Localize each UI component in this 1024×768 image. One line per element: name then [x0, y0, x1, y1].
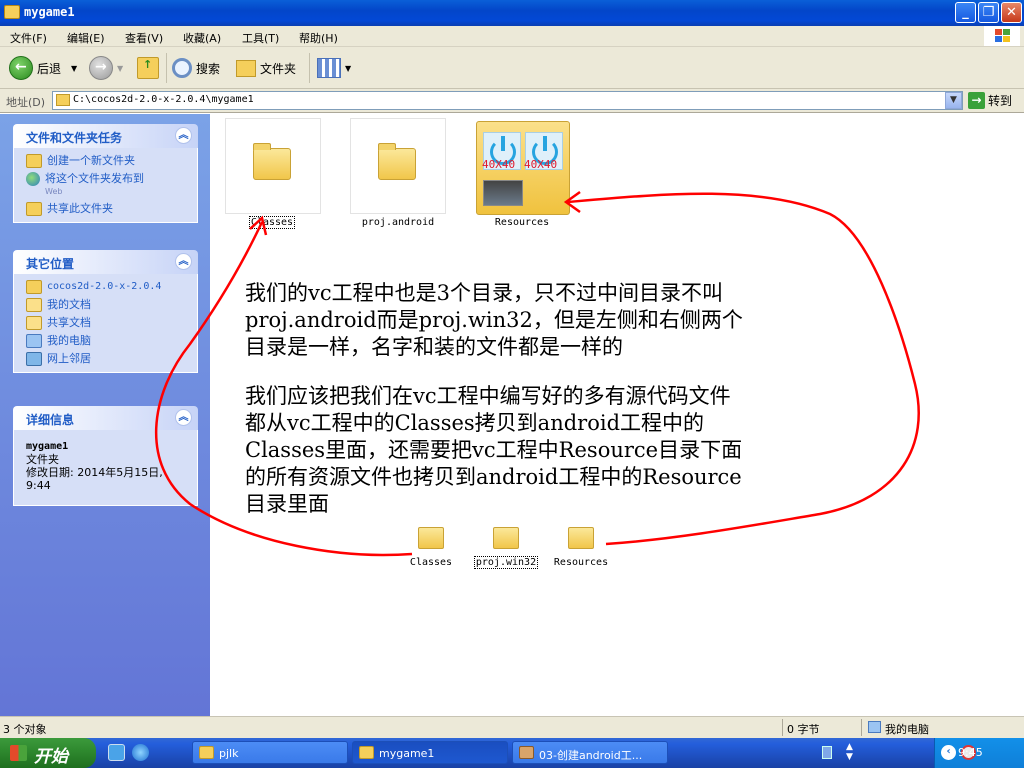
start-label: 开始 — [34, 747, 68, 767]
windows-logo-icon — [984, 26, 1020, 46]
window-title: mygame1 — [24, 5, 75, 19]
close-button[interactable]: ✕ — [1001, 2, 1022, 23]
menu-view[interactable]: 查看(V) — [125, 30, 163, 46]
language-bar-icon[interactable] — [822, 746, 832, 759]
address-bar: 地址(D) C:\cocos2d-2.0-x-2.0.4\mygame1 ▼ →… — [0, 89, 1024, 113]
go-arrow-icon: → — [968, 92, 985, 109]
status-divider — [861, 719, 862, 736]
folder-icon — [359, 746, 374, 759]
back-button[interactable]: ← 后退 ▼ — [9, 55, 77, 81]
status-location: 我的电脑 — [885, 723, 929, 736]
toolbar-separator — [166, 53, 167, 83]
address-label: 地址(D) — [6, 96, 46, 109]
menu-favorites[interactable]: 收藏(A) — [183, 30, 221, 46]
internet-explorer-icon[interactable] — [132, 744, 149, 761]
chevron-down-icon[interactable]: ▼ — [117, 64, 123, 73]
back-arrow-icon: ← — [9, 56, 33, 80]
tray-expand-icon[interactable]: ‹ — [941, 745, 956, 760]
windows-flag-icon — [10, 745, 27, 761]
file-list: Classes proj.android 40X40 40X40 Resourc… — [154, 114, 1024, 716]
taskbar-item-pjlk[interactable]: pjlk — [192, 741, 348, 764]
language-bar-arrows-icon[interactable]: ▲ ▼ — [846, 742, 853, 762]
folders-button[interactable]: 文件夹 — [236, 55, 296, 81]
status-size: 0 字节 — [787, 723, 820, 736]
toolbar: ← 后退 ▼ → ▼ ↑ 搜索 文件夹 ▼ — [0, 47, 1024, 89]
taskbar-item-mygame1[interactable]: mygame1 — [352, 741, 508, 764]
chevron-down-icon: ▼ — [345, 63, 352, 73]
status-divider — [782, 719, 783, 736]
address-dropdown-button[interactable]: ▼ — [945, 92, 962, 109]
chevron-down-icon[interactable]: ▼ — [71, 64, 77, 73]
start-button[interactable]: 开始 — [0, 738, 96, 768]
menu-tools[interactable]: 工具(T) — [242, 30, 279, 46]
go-button[interactable]: → 转到 — [968, 92, 1012, 109]
menu-edit[interactable]: 编辑(E) — [67, 30, 105, 46]
back-label: 后退 — [37, 61, 62, 76]
taskbar-item-label: 03-创建android工... — [539, 749, 643, 762]
clock: 9:45 — [958, 746, 983, 759]
title-bar: mygame1 _ ❐ ✕ — [0, 0, 1024, 26]
quicklaunch-desktop-icon[interactable] — [108, 744, 125, 761]
go-label: 转到 — [988, 94, 1013, 108]
search-button[interactable]: 搜索 — [172, 55, 220, 81]
folders-label: 文件夹 — [260, 61, 297, 76]
folder-icon — [236, 59, 256, 77]
taskbar-item-label: mygame1 — [379, 747, 435, 760]
app-icon — [519, 746, 534, 759]
my-computer-icon — [868, 721, 881, 733]
right-red-arrow — [567, 192, 920, 546]
taskbar-item-label: pjlk — [219, 747, 239, 760]
annotation-arrows — [154, 190, 920, 557]
menu-help[interactable]: 帮助(H) — [299, 30, 338, 46]
address-input[interactable]: C:\cocos2d-2.0-x-2.0.4\mygame1 — [52, 91, 963, 110]
views-icon — [317, 58, 341, 78]
folder-icon — [199, 746, 214, 759]
search-label: 搜索 — [196, 61, 221, 76]
menu-bar: 文件(F) 编辑(E) 查看(V) 收藏(A) 工具(T) 帮助(H) — [0, 26, 1024, 47]
maximize-button[interactable]: ❐ — [978, 2, 999, 23]
status-bar: 3 个对象 0 字节 我的电脑 — [0, 716, 1024, 738]
up-folder-icon[interactable]: ↑ — [137, 57, 159, 79]
folder-icon — [4, 5, 20, 19]
toolbar-separator — [309, 53, 310, 83]
folder-icon — [56, 94, 70, 106]
minimize-button[interactable]: _ — [955, 2, 976, 23]
taskbar-item-03[interactable]: 03-创建android工... — [512, 741, 668, 764]
menu-file[interactable]: 文件(F) — [10, 30, 47, 46]
taskbar: 开始 pjlk mygame1 03-创建android工... ▲ ▼ ‹ 9:… — [0, 738, 1024, 768]
address-path: C:\cocos2d-2.0-x-2.0.4\mygame1 — [73, 94, 254, 105]
left-red-arrow — [154, 221, 413, 557]
search-icon — [172, 58, 192, 78]
views-button[interactable]: ▼ — [317, 55, 351, 81]
forward-button[interactable]: → ▼ — [89, 55, 123, 81]
status-object-count: 3 个对象 — [3, 723, 47, 736]
forward-arrow-icon: → — [89, 56, 113, 80]
